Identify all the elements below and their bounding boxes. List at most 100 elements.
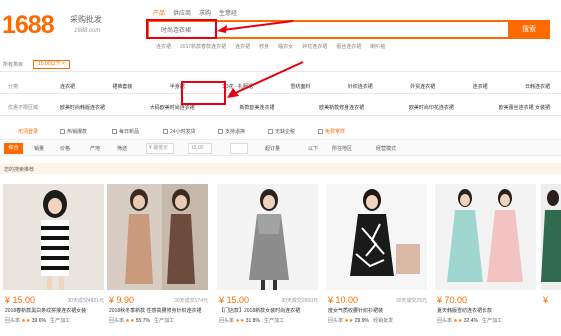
product-deals: 30天成交25元 [395, 298, 427, 304]
sort-bar: 综合 销量 价格 产地 筛选 ¥ 最低价 15.00 起订量 以下 所在地区 经… [0, 139, 561, 156]
hot-keyword[interactable]: 2017新款春款连衣裙 [180, 43, 226, 50]
checkbox-option[interactable]: 免费拿样 [318, 128, 345, 135]
product-image[interactable] [3, 184, 104, 290]
filter-option[interactable]: 欧美时尚印花连衣裙 [409, 104, 454, 111]
service-checkbox-row: 无须登录 热销爆款 每日新品 24小时发货 支持退换 无缺企税 免费拿样 [0, 125, 561, 137]
sort-by-price[interactable]: 价格 [60, 145, 70, 152]
hot-keyword[interactable]: 修身 [259, 43, 269, 50]
filter-option[interactable]: 裙裤套装 [112, 83, 132, 90]
product-card[interactable]: ¥ [541, 184, 561, 336]
logo-tagline: 采购批发 [70, 15, 102, 24]
rating-icon: ★★ [453, 318, 463, 324]
annotation-arrow-icon [217, 20, 294, 33]
sort-default[interactable]: 综合 [4, 143, 23, 154]
checkbox-icon [163, 129, 168, 134]
rating-icon: ★★ [344, 318, 354, 324]
checkbox-option[interactable]: 每日新品 [112, 128, 139, 135]
hot-keyword[interactable]: 碎花连衣裙 [302, 43, 327, 50]
product-image[interactable] [435, 184, 536, 290]
product-meta: 回头率 ★★ 55.7% 生产加工 [109, 318, 175, 324]
search-button[interactable]: 搜索 [508, 20, 550, 39]
product-title[interactable]: 【门店款】2018新款女装时尚连衣裙 [219, 307, 318, 314]
product-card[interactable]: ¥ 10.00 30天成交25元 度女气质收腰针织衫裙装 回头率 ★★ 29.9… [326, 184, 427, 336]
annotation-highlight-price [181, 81, 226, 105]
checkbox-option[interactable]: 24小时发货 [163, 128, 196, 135]
checkbox-icon [112, 129, 117, 134]
recommendation-banner: 您的搜索推荐 [0, 163, 561, 174]
product-deals: 30天成交4821元 [67, 298, 104, 304]
product-title[interactable]: 2018秋冬季新款 性感高腰修身针织连衣裙 [109, 307, 208, 314]
sort-filter[interactable]: 筛选 [117, 145, 127, 152]
product-image[interactable] [541, 184, 561, 290]
product-title[interactable]: 度女气质收腰针织衫裙装 [328, 307, 427, 314]
product-price: ¥ 10.00 [328, 295, 359, 305]
selected-filter-chip[interactable]: 15.00以下 × [33, 60, 70, 69]
product-deals: 30天成交2650元 [281, 298, 318, 304]
product-meta: 回头率 ★★ 31.8% 生产加工 [219, 318, 285, 324]
hot-keyword[interactable]: 喇叭袖 [370, 43, 385, 50]
checkbox-icon [268, 129, 273, 134]
product-image[interactable] [326, 184, 427, 290]
product-card[interactable]: ¥ 15.00 30天成交2650元 【门店款】2018新款女装时尚连衣裙 回头… [217, 184, 318, 336]
hot-keywords: 连衣裙 2017新款春款连衣裙 连衣裙 修身 睡衣女 碎花连衣裙 蕾丝连衣裙 喇… [156, 43, 385, 50]
filter-option[interactable]: 欧美蕾丝连衣裙 女装裙 [499, 104, 550, 111]
checkbox-option[interactable]: 支持退换 [218, 128, 245, 135]
filter-option[interactable]: 外贸连衣裙 [410, 83, 435, 90]
style-filter-label: 优惠不限区域: [8, 105, 40, 111]
filter-option[interactable]: 新款欧美连衣裙 [239, 104, 274, 111]
checkbox-option[interactable]: 热销爆款 [60, 128, 87, 135]
product-grid: ¥ 15.00 30天成交4821元 2018春新款黑白条纹拼接连衣裙女装 回头… [3, 184, 561, 336]
product-price: ¥ 15.00 [5, 295, 36, 305]
category-filter-items: 连衣裙 裙裤套装 半身裙 3D花 · 礼服裙 雪纺面料 针织连衣裙 外贸连衣裙 … [60, 83, 550, 90]
sort-by-sales[interactable]: 销量 [34, 145, 44, 152]
below-label: 以下 [308, 146, 319, 152]
product-meta: 回头率 ★★ 32.4% 生产加工 [437, 318, 503, 324]
product-price: ¥ 15.00 [219, 295, 250, 305]
filter-option[interactable]: 日韩连衣裙 [525, 83, 550, 90]
region-dropdown[interactable]: 所在地区 [332, 145, 352, 152]
sort-by-origin[interactable]: 产地 [90, 145, 100, 152]
tab-business-tips[interactable]: 生意经 [219, 8, 237, 20]
checkbox-icon [318, 129, 323, 134]
product-meta: 回头率 ★★ 39.6% 生产加工 [5, 318, 71, 324]
filter-option[interactable]: 欧美时尚韩版连衣裙 [60, 104, 105, 111]
hot-keyword[interactable]: 蕾丝连衣裙 [336, 43, 361, 50]
business-model-dropdown[interactable]: 经营模式 [376, 145, 396, 152]
site-logo[interactable]: 1688 采购批发 1688.com [2, 10, 142, 40]
product-price: ¥ 70.00 [437, 295, 468, 305]
annotation-arrow-icon [227, 61, 304, 98]
product-deals: 30天成交174元 [174, 298, 208, 304]
logo-url: 1688.com [74, 28, 101, 34]
filter-option[interactable]: 连衣裙 [473, 83, 488, 90]
min-order-label: 起订量 [265, 146, 281, 152]
product-price: ¥ [543, 295, 549, 305]
product-image[interactable] [217, 184, 318, 290]
filter-option[interactable]: 大码欧美时尚连衣裙 [150, 104, 195, 111]
hot-keyword[interactable]: 连衣裙 [235, 43, 250, 50]
product-title[interactable]: 夏天韩版雪纺连衣裙长款 [437, 307, 536, 314]
price-max-input[interactable]: 15.00 [188, 143, 212, 154]
price-min-input[interactable]: ¥ 最低价 [146, 143, 174, 154]
checkbox-option[interactable]: 无须登录 [18, 128, 38, 135]
rating-icon: ★★ [235, 318, 245, 324]
product-meta: 回头率 ★★ 29.9% 经销批发 [328, 318, 394, 324]
hot-keyword[interactable]: 睡衣女 [278, 43, 293, 50]
product-card[interactable]: ¥ 70.00 夏天韩版雪纺连衣裙长款 回头率 ★★ 32.4% 生产加工 [435, 184, 536, 336]
checkbox-icon [218, 129, 223, 134]
product-card[interactable]: ¥ 9.90 30天成交174元 2018秋冬季新款 性感高腰修身针织连衣裙 回… [107, 184, 208, 336]
product-price: ¥ 9.90 [109, 295, 135, 305]
annotation-highlight-search [146, 19, 217, 39]
filter-option[interactable]: 欧美新款修身连衣裙 [319, 104, 364, 111]
divider [0, 115, 561, 116]
selected-filters-label: 所有类目 [3, 62, 24, 68]
product-image[interactable] [107, 184, 208, 290]
filter-option[interactable]: 连衣裙 [60, 83, 75, 90]
product-title[interactable]: 2018春新款黑白条纹拼接连衣裙女装 [5, 307, 104, 314]
logo-number: 1688 [2, 11, 55, 39]
quantity-input[interactable] [230, 143, 248, 154]
hot-keyword[interactable]: 连衣裙 [156, 43, 171, 50]
checkbox-option[interactable]: 无缺企税 [268, 128, 295, 135]
product-card[interactable]: ¥ 15.00 30天成交4821元 2018春新款黑白条纹拼接连衣裙女装 回头… [3, 184, 104, 336]
style-filter-row: 优惠不限区域: 欧美时尚韩版连衣裙 大码欧美时尚连衣裙 新款欧美连衣裙 欧美新款… [0, 100, 561, 114]
filter-option[interactable]: 针织连衣裙 [348, 83, 373, 90]
